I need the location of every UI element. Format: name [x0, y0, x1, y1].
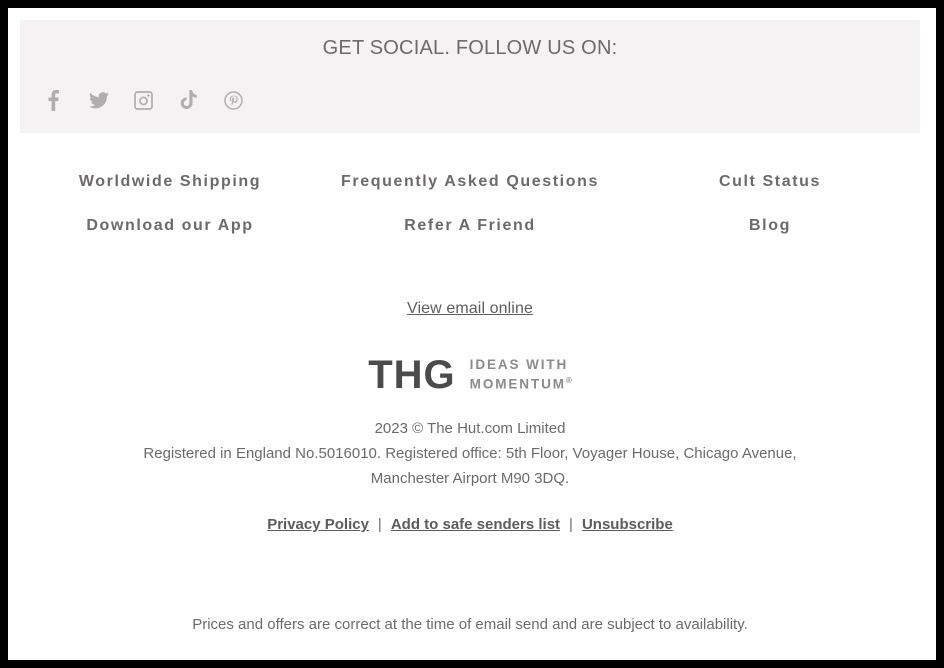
thg-logo-tagline-line2-wrap: MOMENTUM®	[470, 373, 572, 393]
legal-links-separator: |	[377, 516, 382, 533]
tiktok-icon[interactable]	[177, 87, 200, 113]
facebook-icon[interactable]	[42, 87, 65, 113]
thg-logo-tagline: IDEAS WITH MOMENTUM®	[470, 357, 572, 393]
legal-copy-line-registration: Registered in England No.5016010. Regist…	[143, 445, 797, 462]
legal-links-separator: |	[569, 516, 573, 533]
registered-trademark-icon: ®	[565, 376, 572, 386]
nav-link-cult-status[interactable]: Cult Status	[719, 168, 821, 196]
footer-nav-row: Worldwide Shipping Frequently Asked Ques…	[20, 168, 920, 196]
nav-link-blog[interactable]: Blog	[749, 212, 791, 240]
email-footer-page: GET SOCIAL. FOLLOW US ON: Worldwide Ship…	[8, 8, 936, 660]
view-email-online-row: View email online	[20, 300, 920, 318]
add-to-safe-senders-list-link[interactable]: Add to safe senders list	[391, 516, 560, 533]
social-heading: GET SOCIAL. FOLLOW US ON:	[322, 37, 618, 59]
thg-logo-inner: THG IDEAS WITH MOMENTUM®	[368, 354, 572, 396]
social-icon-list	[42, 87, 245, 113]
footer-nav-cell: Frequently Asked Questions	[320, 168, 620, 196]
thg-logo-tagline-line1: IDEAS WITH	[469, 357, 569, 373]
pricing-disclaimer: Prices and offers are correct at the tim…	[192, 616, 748, 633]
nav-link-frequently-asked-questions[interactable]: Frequently Asked Questions	[341, 168, 599, 196]
legal-copy-line-copyright: 2023 © The Hut.com Limited	[374, 420, 566, 437]
footer-nav-cell: Blog	[620, 212, 920, 240]
nav-link-refer-a-friend[interactable]: Refer A Friend	[404, 212, 535, 240]
footer-nav-cell: Download our App	[20, 212, 320, 240]
thg-logo: THG IDEAS WITH MOMENTUM®	[20, 354, 920, 396]
nav-link-download-our-app[interactable]: Download our App	[86, 212, 253, 240]
pinterest-icon[interactable]	[222, 87, 245, 113]
twitter-icon[interactable]	[87, 87, 110, 113]
thg-logo-wordmark: THG	[368, 353, 456, 397]
unsubscribe-link[interactable]: Unsubscribe	[582, 516, 673, 533]
instagram-icon[interactable]	[132, 87, 155, 113]
social-band: GET SOCIAL. FOLLOW US ON:	[20, 20, 920, 133]
legal-links-row: Privacy Policy | Add to safe senders list |…	[20, 516, 920, 533]
thg-logo-tagline-line2: MOMENTUM	[469, 376, 566, 392]
nav-link-worldwide-shipping[interactable]: Worldwide Shipping	[79, 168, 261, 196]
footer-nav-cell: Cult Status	[620, 168, 920, 196]
footer-nav-row: Download our App Refer A Friend Blog	[20, 212, 920, 240]
privacy-policy-link[interactable]: Privacy Policy	[267, 516, 369, 533]
footer-nav-grid: Worldwide Shipping Frequently Asked Ques…	[20, 168, 920, 256]
view-email-online-link[interactable]: View email online	[407, 300, 533, 317]
legal-copy-line-address: Manchester Airport M90 3DQ.	[370, 470, 570, 487]
footer-nav-cell: Refer A Friend	[320, 212, 620, 240]
legal-copy: 2023 © The Hut.com Limited Registered in…	[20, 416, 920, 491]
footer-nav-cell: Worldwide Shipping	[20, 168, 320, 196]
